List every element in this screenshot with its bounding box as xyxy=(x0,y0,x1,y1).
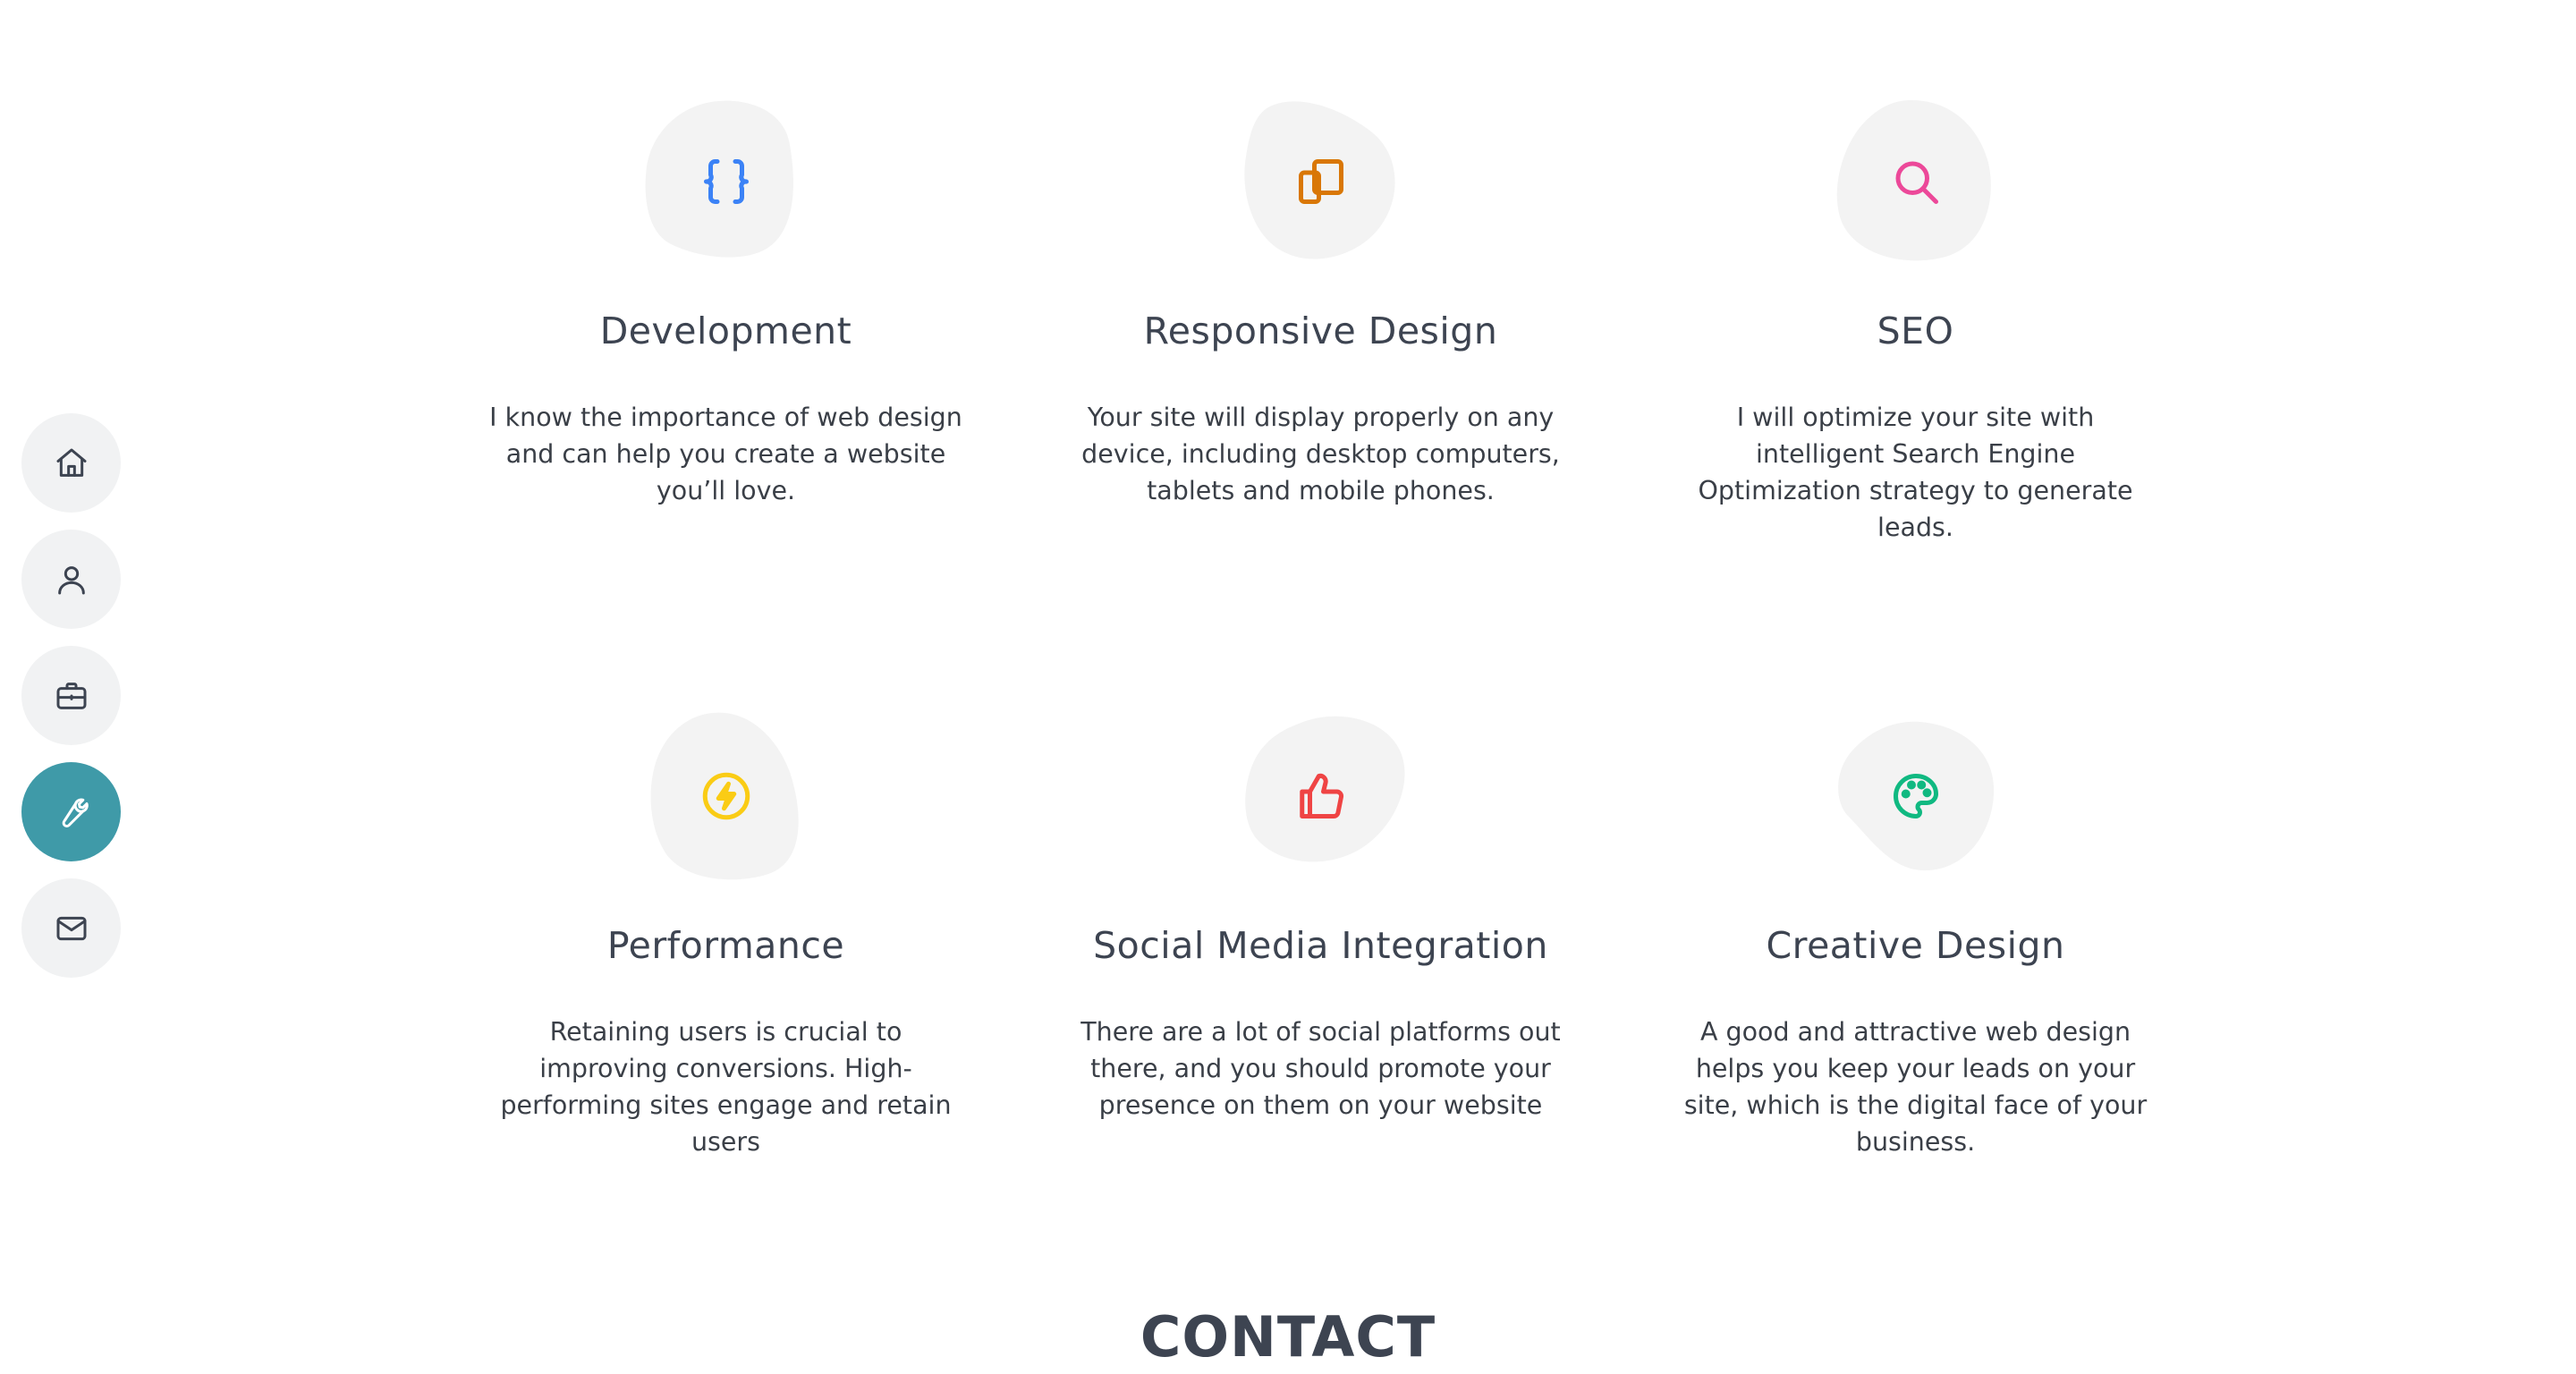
icon-blob xyxy=(1236,711,1406,881)
page: Development I know the importance of web… xyxy=(0,0,2576,1374)
nav-contact-button[interactable] xyxy=(21,878,121,978)
search-icon xyxy=(1895,161,1938,204)
service-description: There are a lot of social platforms out … xyxy=(1080,1017,1561,1120)
nav-services-button[interactable] xyxy=(21,762,121,861)
service-card-development: Development I know the importance of web… xyxy=(429,97,1022,509)
service-title: Creative Design xyxy=(1766,924,2065,967)
user-icon xyxy=(57,565,85,594)
service-description: Your site will display properly on any d… xyxy=(1081,403,1560,505)
icon-blob xyxy=(641,97,811,267)
service-title: Development xyxy=(599,310,852,352)
thumbs-up-icon xyxy=(1299,773,1343,818)
devices-icon xyxy=(1298,159,1343,204)
service-title: SEO xyxy=(1877,310,1954,352)
service-title: Responsive Design xyxy=(1143,310,1498,352)
icon-blob xyxy=(1831,711,2001,881)
service-card-responsive-design: Responsive Design Your site will display… xyxy=(1024,97,1617,509)
bolt-icon xyxy=(702,772,750,820)
contact-heading: CONTACT xyxy=(1140,1304,1436,1370)
service-card-social-media-integration: Social Media Integration There are a lot… xyxy=(1024,711,1617,1124)
icon-blob xyxy=(1831,97,2001,267)
nav-about-button[interactable] xyxy=(21,530,121,629)
palette-icon xyxy=(1893,774,1938,818)
code-braces-icon xyxy=(703,159,749,204)
nav-portfolio-button[interactable] xyxy=(21,646,121,745)
wrench-icon xyxy=(62,798,89,827)
service-card-creative-design: Creative Design A good and attractive we… xyxy=(1619,711,2212,1160)
service-title: Performance xyxy=(606,924,845,967)
service-card-seo: SEO I will optimize your site with intel… xyxy=(1619,97,2212,546)
icon-blob xyxy=(641,711,811,881)
service-description: A good and attractive web design helps y… xyxy=(1683,1017,2148,1157)
side-nav xyxy=(21,413,121,978)
service-description: I know the importance of web design and … xyxy=(489,403,962,505)
service-description: Retaining users is crucial to improving … xyxy=(500,1017,952,1157)
service-title: Social Media Integration xyxy=(1093,924,1548,967)
briefcase-icon xyxy=(56,682,86,709)
home-icon xyxy=(56,448,86,477)
icon-blob xyxy=(1236,97,1406,267)
services-grid: Development I know the importance of web… xyxy=(429,0,2212,1199)
mail-icon xyxy=(56,916,86,940)
service-description: I will optimize your site with intellige… xyxy=(1698,403,2133,542)
nav-home-button[interactable] xyxy=(21,413,121,513)
service-card-performance: Performance Retaining users is crucial t… xyxy=(429,711,1022,1160)
